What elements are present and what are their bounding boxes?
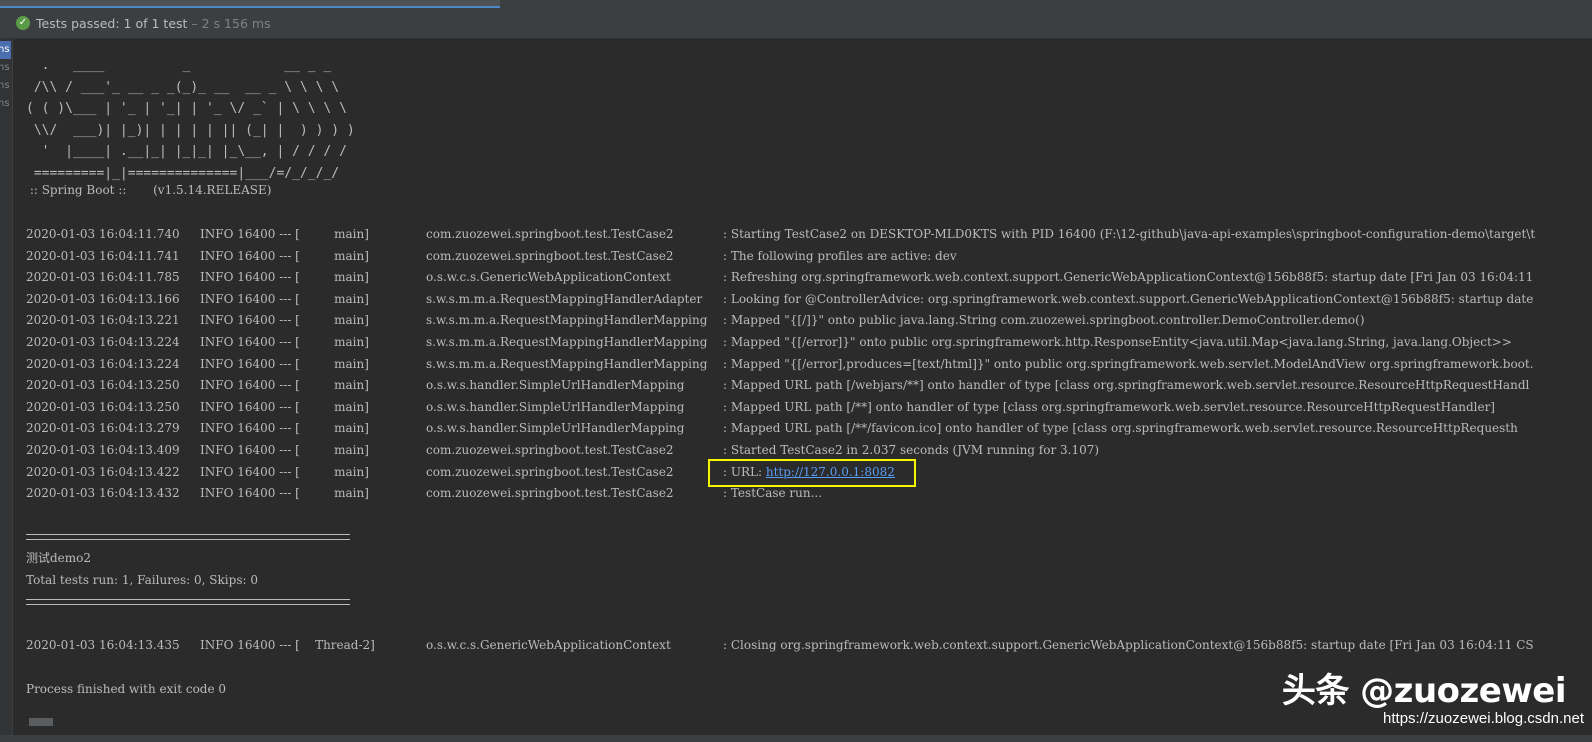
log-level: INFO 16400 --- [: [200, 313, 300, 328]
log-timestamp: 2020-01-03 16:04:13.250: [26, 399, 180, 414]
log-logger: s.w.s.m.m.a.RequestMappingHandlerMapping: [426, 356, 708, 371]
log-level: INFO 16400 --- [: [200, 248, 300, 263]
status-count: 1: [123, 15, 132, 31]
log-thread: main]: [296, 313, 369, 328]
log-message: : Starting TestCase2 on DESKTOP-MLD0KTS …: [723, 227, 1536, 241]
log-thread: main]: [296, 399, 369, 414]
log-message: : Started TestCase2 in 2.037 seconds (JV…: [723, 443, 1100, 457]
log-timestamp: 2020-01-03 16:04:13.250: [26, 378, 180, 393]
run-tree-item[interactable]: ns: [0, 59, 11, 77]
log-thread: main]: [296, 270, 369, 285]
check-circle-icon: ✓: [16, 16, 30, 30]
horizontal-scrollbar[interactable]: [29, 718, 53, 726]
log-timestamp: 2020-01-03 16:04:13.279: [26, 421, 180, 436]
run-tree-item[interactable]: ns: [0, 41, 11, 59]
log-level: INFO 16400 --- [: [200, 486, 300, 501]
log-level: INFO 16400 --- [: [200, 399, 300, 414]
log-timestamp: 2020-01-03 16:04:13.435: [26, 638, 180, 652]
closing-log-line: 2020-01-03 16:04:13.435 INFO 16400 --- […: [26, 637, 1534, 653]
log-level: INFO 16400 --- [: [200, 464, 300, 479]
watermark-text: 头条 @zuozewei: [1281, 671, 1567, 711]
log-timestamp: 2020-01-03 16:04:13.224: [26, 335, 180, 349]
log-logger: com.zuozewei.springboot.test.TestCase2: [426, 486, 674, 501]
log-message: : Closing org.springframework.web.contex…: [723, 638, 1534, 652]
log-level: INFO 16400 --- [: [200, 443, 300, 457]
log-message: : Looking for @ControllerAdvice: org.spr…: [723, 291, 1534, 306]
log-timestamp: 2020-01-03 16:04:11.741: [26, 248, 180, 263]
log-timestamp: 2020-01-03 16:04:11.785: [26, 270, 180, 285]
log-thread: main]: [296, 335, 369, 349]
log-thread: main]: [296, 486, 369, 501]
log-logger: s.w.s.m.m.a.RequestMappingHandlerAdapter: [426, 291, 703, 306]
test-totals: Total tests run: 1, Failures: 0, Skips: …: [26, 573, 258, 587]
log-message: : Refreshing org.springframework.web.con…: [723, 270, 1534, 285]
spring-boot-banner: . ____ _ __ _ _ /\\ / ___'_ __ _ _(_)_ _…: [26, 58, 355, 181]
status-label: Tests passed:: [36, 15, 120, 31]
bottom-bar: [0, 735, 1592, 742]
log-message: : Mapped URL path [/**] onto handler of …: [723, 399, 1495, 414]
log-message: : Mapped "{[/]}" onto public java.lang.S…: [723, 313, 1365, 328]
log-logger: s.w.s.m.m.a.RequestMappingHandlerMapping: [426, 313, 708, 328]
log-level: INFO 16400 --- [: [200, 356, 300, 371]
log-message: : Mapped URL path [/webjars/**] onto han…: [723, 378, 1530, 393]
status-of-text: of 1 test: [135, 15, 188, 31]
test-status-text: Tests passed: 1 of 1 test – 2 s 156 ms: [36, 16, 271, 31]
run-tree-gutter: ns ns ns ns: [0, 39, 13, 742]
log-message: : Mapped URL path [/**/favicon.ico] onto…: [723, 421, 1518, 436]
log-thread: Thread-2]: [296, 638, 375, 652]
log-logger: o.s.w.s.handler.SimpleUrlHandlerMapping: [426, 378, 685, 393]
log-level: INFO 16400 --- [: [200, 378, 300, 393]
active-editor-tab[interactable]: [0, 0, 500, 8]
separator-bottom: [26, 599, 350, 605]
log-timestamp: 2020-01-03 16:04:13.409: [26, 443, 180, 457]
log-message: : TestCase run...: [723, 486, 823, 501]
log-thread: main]: [296, 227, 369, 241]
watermark-url: https://zuozewei.blog.csdn.net: [1383, 710, 1584, 727]
log-message: : Mapped "{[/error]}" onto public org.sp…: [723, 335, 1512, 349]
url-highlight-box: [708, 459, 916, 487]
log-thread: main]: [296, 378, 369, 393]
log-level: INFO 16400 --- [: [200, 227, 300, 241]
log-timestamp: 2020-01-03 16:04:13.432: [26, 486, 180, 501]
log-logger: s.w.s.m.m.a.RequestMappingHandlerMapping: [426, 335, 708, 349]
log-thread: main]: [296, 443, 369, 457]
log-level: INFO 16400 --- [: [200, 421, 300, 436]
spring-boot-version: :: Spring Boot :: (v1.5.14.RELEASE): [26, 183, 272, 197]
log-logger: com.zuozewei.springboot.test.TestCase2: [426, 227, 674, 241]
console-output[interactable]: . ____ _ __ _ _ /\\ / ___'_ __ _ _(_)_ _…: [26, 39, 1592, 742]
log-timestamp: 2020-01-03 16:04:13.221: [26, 313, 180, 328]
log-thread: main]: [296, 291, 369, 306]
log-level: INFO 16400 --- [: [200, 291, 300, 306]
log-thread: main]: [296, 248, 369, 263]
log-thread: main]: [296, 421, 369, 436]
log-logger: o.s.w.c.s.GenericWebApplicationContext: [426, 638, 671, 652]
log-level: INFO 16400 --- [: [200, 638, 300, 652]
status-duration: – 2 s 156 ms: [191, 15, 271, 31]
log-timestamp: 2020-01-03 16:04:11.740: [26, 227, 180, 241]
exit-message: Process finished with exit code 0: [26, 682, 227, 696]
log-timestamp: 2020-01-03 16:04:13.422: [26, 464, 180, 479]
log-logger: o.s.w.s.handler.SimpleUrlHandlerMapping: [426, 421, 685, 436]
log-thread: main]: [296, 356, 369, 371]
log-logger: o.s.w.c.s.GenericWebApplicationContext: [426, 270, 671, 285]
log-logger: com.zuozewei.springboot.test.TestCase2: [426, 443, 674, 457]
separator-top: [26, 534, 350, 540]
log-level: INFO 16400 --- [: [200, 270, 300, 285]
test-status-bar: ✓ Tests passed: 1 of 1 test – 2 s 156 ms: [0, 8, 1592, 39]
log-logger: com.zuozewei.springboot.test.TestCase2: [426, 464, 674, 479]
log-timestamp: 2020-01-03 16:04:13.224: [26, 356, 180, 371]
log-timestamp: 2020-01-03 16:04:13.166: [26, 291, 180, 306]
suite-name: 测试demo2: [26, 551, 92, 565]
log-thread: main]: [296, 464, 369, 479]
run-tree-item[interactable]: ns: [0, 95, 11, 113]
log-level: INFO 16400 --- [: [200, 335, 300, 349]
log-logger: com.zuozewei.springboot.test.TestCase2: [426, 248, 674, 263]
log-message: : Mapped "{[/error],produces=[text/html]…: [723, 356, 1534, 371]
run-tree-item[interactable]: ns: [0, 77, 11, 95]
log-logger: o.s.w.s.handler.SimpleUrlHandlerMapping: [426, 399, 685, 414]
log-message: : The following profiles are active: dev: [723, 248, 957, 263]
